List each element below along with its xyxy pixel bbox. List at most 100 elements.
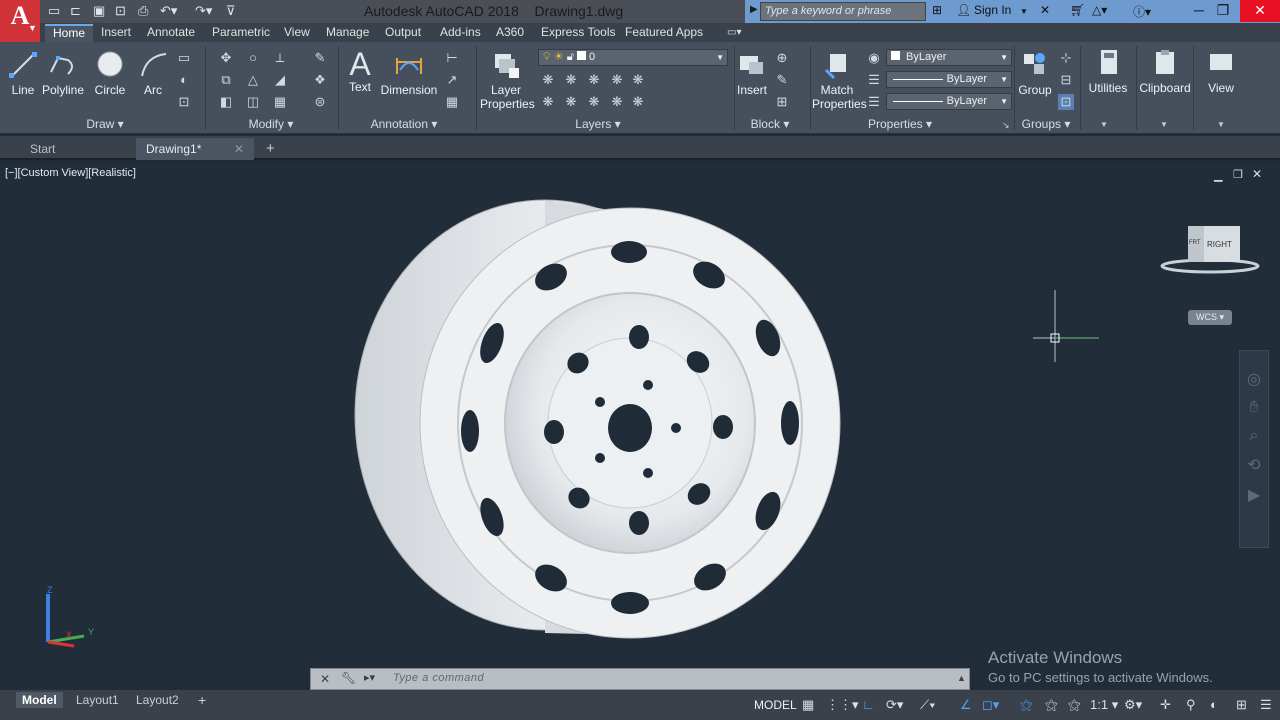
arc-button[interactable]: Arc	[138, 50, 168, 97]
isodraft-icon[interactable]: ⟋▾	[920, 697, 935, 713]
tab-layout2[interactable]: Layout2	[130, 692, 185, 708]
line-button[interactable]: Line	[8, 50, 38, 97]
save-as-icon[interactable]: ⊡	[115, 3, 126, 19]
restore-button[interactable]: ❐	[1210, 0, 1236, 22]
circle-button[interactable]: Circle	[92, 50, 128, 97]
properties-panel-title[interactable]: Properties ▾	[860, 116, 940, 132]
viewcube-right-face[interactable]: RIGHT	[1204, 226, 1240, 262]
pan-icon[interactable]: ✋︎	[1240, 399, 1268, 417]
tab-output[interactable]: Output	[377, 24, 429, 42]
minimize-button[interactable]: ─	[1186, 0, 1212, 22]
layer-off-icon[interactable]: ❋	[540, 72, 556, 88]
tab-home[interactable]: Home	[45, 24, 94, 42]
help-icon[interactable]: ⓘ▾	[1133, 3, 1151, 20]
erase-icon[interactable]: ✎	[312, 50, 328, 66]
create-block-icon[interactable]: ⊕	[774, 50, 790, 66]
layer-isolate-icon[interactable]: ❋	[563, 72, 579, 88]
exchange-icon[interactable]: ✕	[1040, 3, 1050, 17]
tab-parametric[interactable]: Parametric	[204, 24, 278, 42]
tab-add-ins[interactable]: Add-ins	[432, 24, 489, 42]
undo-icon[interactable]: ↶▾	[160, 3, 177, 19]
search-input[interactable]: Type a keyword or phrase	[760, 2, 926, 21]
edit-block-icon[interactable]: ✎	[774, 72, 790, 88]
layer-on-icon[interactable]: ❋	[540, 94, 556, 110]
tab-manage[interactable]: Manage	[318, 24, 377, 42]
wcs-menu[interactable]: WCS ▾	[1188, 310, 1232, 325]
ungroup-icon[interactable]: ⊹	[1058, 50, 1074, 66]
osnap-tracking-icon[interactable]: ∠	[960, 697, 972, 713]
customization-menu-icon[interactable]: ☰	[1260, 697, 1272, 713]
grid-icon[interactable]: ▦	[802, 697, 814, 713]
layer-thaw-icon[interactable]: ❋	[586, 94, 602, 110]
clean-screen-icon[interactable]: ⊞	[1236, 697, 1247, 713]
clipboard-expand-icon[interactable]: ▼	[1160, 120, 1168, 129]
sign-in-link[interactable]: Sign In	[974, 3, 1011, 17]
annotation-visibility-icon[interactable]: ⚝	[1020, 697, 1033, 713]
layer-unisolate-icon[interactable]: ❋	[563, 94, 579, 110]
group-edit-icon[interactable]: ⊟	[1058, 72, 1074, 88]
scale-icon[interactable]: ◫	[245, 94, 261, 110]
hatch-icon[interactable]: ◐	[176, 72, 192, 88]
orbit-icon[interactable]: ⟲	[1240, 455, 1268, 475]
new-file-icon[interactable]: ▭	[48, 3, 60, 19]
close-tab-icon[interactable]: ✕	[234, 138, 244, 160]
redo-icon[interactable]: ↷▾	[195, 3, 212, 19]
new-layout-icon[interactable]: +	[192, 692, 212, 708]
tab-model[interactable]: Model	[16, 692, 63, 708]
command-expand-icon[interactable]: ▲	[957, 673, 966, 683]
rectangle-icon[interactable]: ▭	[176, 50, 192, 66]
model-space-button[interactable]: MODEL	[754, 698, 797, 712]
command-input[interactable]: Type a command	[393, 672, 484, 684]
mirror-icon[interactable]: △	[245, 72, 261, 88]
block-panel-title[interactable]: Block ▾	[740, 116, 800, 132]
viewport-restore-icon[interactable]: ❐	[1233, 168, 1243, 181]
command-customize-icon[interactable]: 🔧︎	[341, 671, 356, 685]
layer-walk-icon[interactable]: ❋	[630, 94, 646, 110]
wheel-3d-model[interactable]	[340, 195, 860, 655]
units-icon[interactable]: ⚲	[1186, 697, 1196, 713]
groups-panel-title[interactable]: Groups ▾	[1016, 116, 1076, 132]
annotation-scale-value[interactable]: 1:1 ▾	[1090, 697, 1118, 713]
group-button[interactable]: Group	[1016, 50, 1054, 97]
explode-icon[interactable]: ❖	[312, 72, 328, 88]
layer-match-icon[interactable]: ❋	[630, 72, 646, 88]
dimension-button[interactable]: Dimension	[380, 50, 438, 97]
tab-view[interactable]: View	[276, 24, 318, 42]
layer-unlock-icon[interactable]: ❋	[609, 94, 625, 110]
tab-featured-apps[interactable]: Featured Apps	[617, 24, 711, 42]
annotation-scale-icon[interactable]: ⚝	[1068, 697, 1081, 713]
workspace-gear-icon[interactable]: ⚙▾	[1124, 697, 1142, 713]
steering-wheel-icon[interactable]: ◎	[1240, 369, 1268, 389]
open-file-icon[interactable]: ⊏	[70, 3, 81, 19]
group-select-icon[interactable]: ⊡	[1058, 94, 1074, 110]
osnap-icon[interactable]: ◻▾	[982, 697, 999, 713]
customize-qat-icon[interactable]: ⊽	[226, 3, 236, 19]
insert-button[interactable]: Insert	[736, 50, 768, 97]
draw-panel-title[interactable]: Draw ▾	[70, 116, 140, 132]
layer-freeze-icon[interactable]: ❋	[586, 72, 602, 88]
array-icon[interactable]: ▦	[272, 94, 288, 110]
ribbon-minimize-icon[interactable]: ▭▾	[719, 24, 749, 42]
new-tab-icon[interactable]: +	[256, 138, 275, 160]
view-expand-icon[interactable]: ▼	[1217, 120, 1225, 129]
stretch-icon[interactable]: ◧	[218, 94, 234, 110]
tab-insert[interactable]: Insert	[93, 24, 139, 42]
text-button[interactable]: A Text	[345, 48, 375, 94]
block-attribute-icon[interactable]: ⊞	[774, 94, 790, 110]
stay-connected-icon[interactable]: △▾	[1092, 3, 1107, 17]
trim-icon[interactable]: ⟂	[272, 50, 288, 66]
boundary-icon[interactable]: ⊡	[176, 94, 192, 110]
viewport-minimize-icon[interactable]: ▁	[1214, 169, 1222, 182]
move-icon[interactable]: ✥	[218, 50, 234, 66]
leader-icon[interactable]: ↗	[444, 72, 460, 88]
layers-panel-title[interactable]: Layers ▾	[568, 116, 628, 132]
utilities-expand-icon[interactable]: ▼	[1100, 120, 1108, 129]
polyline-button[interactable]: Polyline	[42, 50, 84, 97]
command-close-icon[interactable]: ✕	[320, 672, 330, 686]
tab-annotate[interactable]: Annotate	[139, 24, 203, 42]
properties-launcher-icon[interactable]: ↘	[1002, 120, 1010, 131]
utilities-button[interactable]: Utilities	[1084, 48, 1132, 95]
viewport-controls[interactable]: [−][Custom View][Realistic]	[5, 167, 136, 179]
lineweight-dropdown[interactable]: ByLayer ▼	[886, 71, 1012, 88]
linear-dim-icon[interactable]: ⊢	[444, 50, 460, 66]
